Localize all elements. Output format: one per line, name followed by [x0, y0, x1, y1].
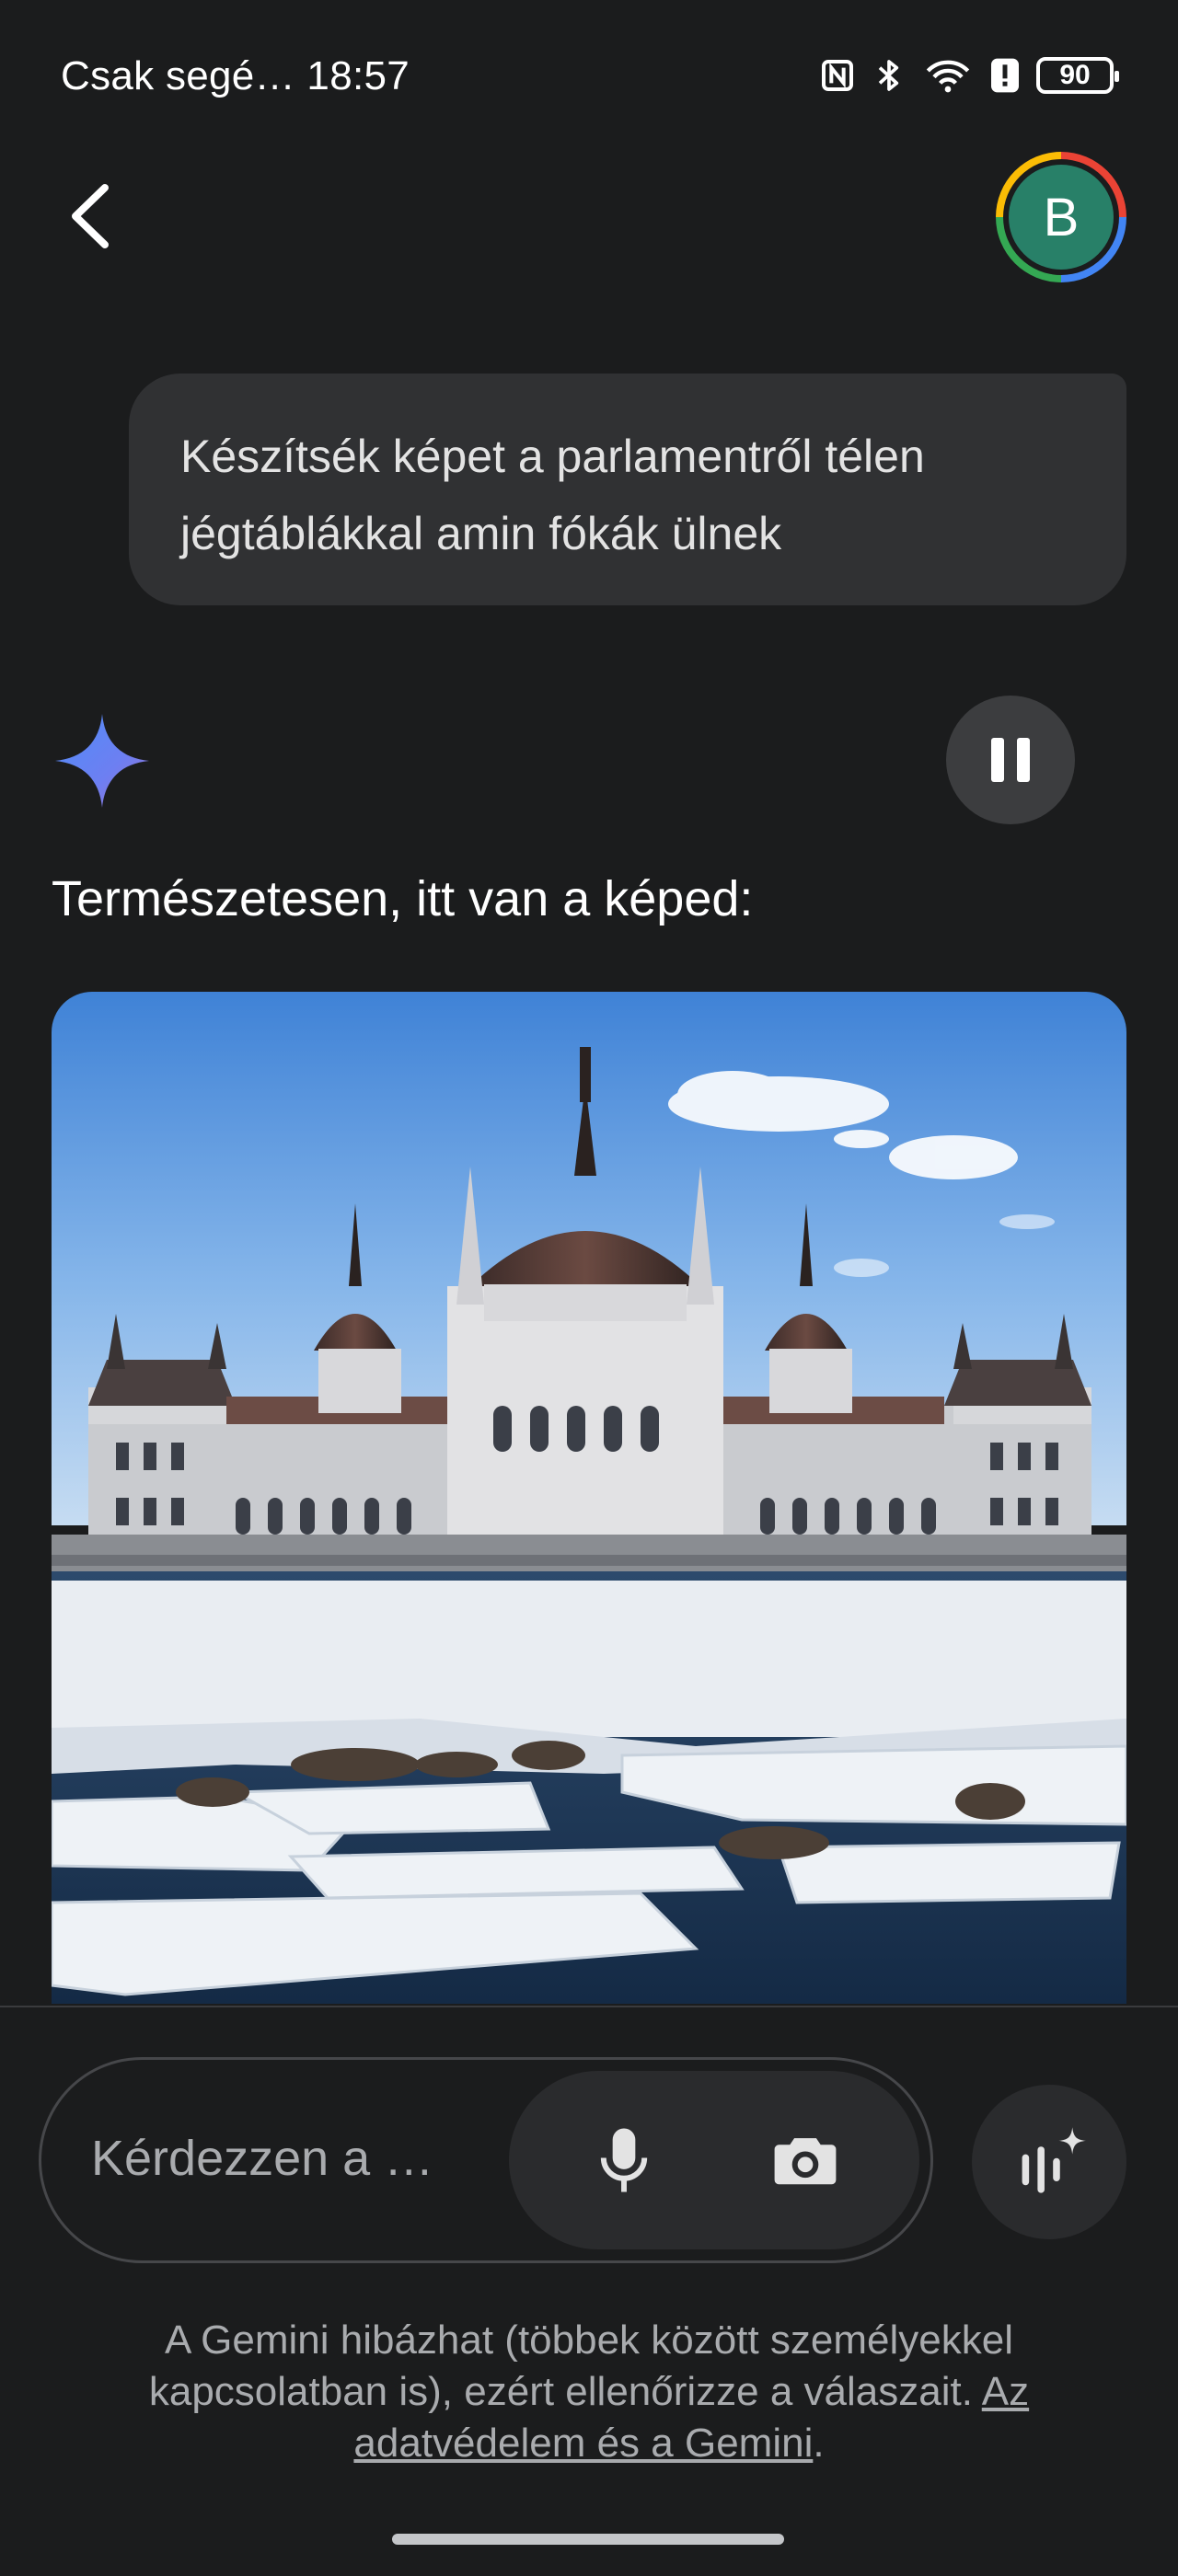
avatar: B	[1003, 159, 1119, 275]
gemini-live-button[interactable]	[972, 2085, 1126, 2239]
status-time: 18:57	[306, 53, 410, 98]
status-bar: Csak segé… 18:57 90	[0, 0, 1178, 156]
assistant-intro-text: Természetesen, itt van a képed:	[52, 871, 754, 926]
status-carrier: Csak segé…	[61, 53, 295, 98]
back-button[interactable]	[59, 179, 123, 253]
user-message-bubble: Készítsék képet a parlamentről télen jég…	[129, 374, 1126, 605]
bluetooth-icon	[878, 60, 899, 91]
wifi-icon	[926, 60, 970, 93]
camera-icon	[774, 2138, 837, 2185]
battery-level: 90	[1059, 60, 1091, 90]
status-icons: 90	[819, 57, 1119, 94]
top-bar: B	[0, 152, 1178, 290]
generated-image[interactable]	[52, 992, 1126, 2004]
alert-icon	[991, 58, 1019, 93]
battery-icon: 90	[1036, 57, 1119, 94]
disclaimer-end: .	[813, 2421, 825, 2466]
camera-button[interactable]	[759, 2119, 851, 2202]
nfc-icon	[822, 60, 853, 91]
avatar-initial: B	[1009, 165, 1114, 270]
home-indicator[interactable]	[392, 2534, 784, 2545]
user-message-text: Készítsék képet a parlamentről télen jég…	[180, 431, 925, 559]
microphone-button[interactable]	[583, 2119, 665, 2202]
gemini-sparkle-icon	[55, 714, 149, 808]
input-tools-pill	[509, 2071, 919, 2249]
disclaimer: A Gemini hibázhat (többek között személy…	[92, 2315, 1086, 2469]
composer-divider	[0, 2006, 1178, 2007]
disclaimer-text: A Gemini hibázhat (többek között személy…	[148, 2317, 1013, 2414]
prompt-input-placeholder: Kérdezzen a …	[91, 2131, 434, 2186]
pause-button[interactable]	[946, 696, 1075, 824]
status-left: Csak segé… 18:57	[61, 53, 410, 99]
pause-icon-bar	[1017, 738, 1030, 782]
pause-icon	[991, 738, 1004, 782]
account-avatar-button[interactable]: B	[996, 152, 1126, 282]
back-arrow-icon	[72, 184, 109, 248]
prompt-input-box[interactable]: Kérdezzen a …	[39, 2057, 933, 2263]
microphone-icon	[600, 2128, 648, 2192]
gemini-live-icon	[1022, 2127, 1086, 2193]
